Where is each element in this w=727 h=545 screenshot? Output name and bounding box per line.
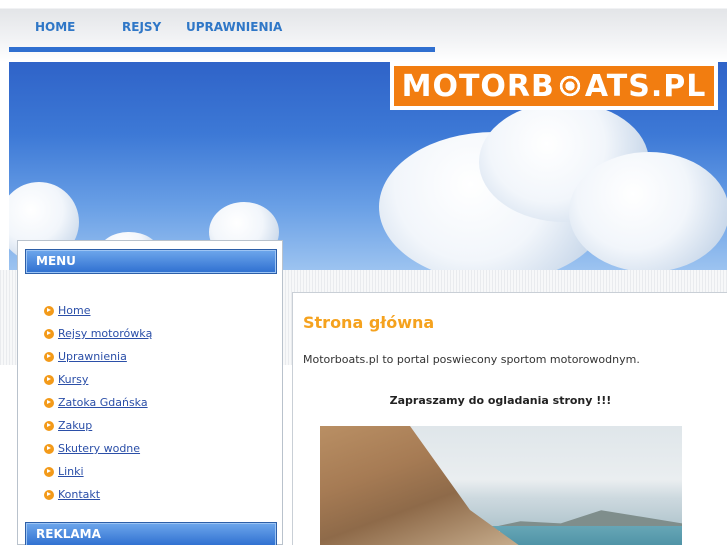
header-banner: MOTORB ATS.PL	[9, 62, 727, 270]
nav-underline	[9, 47, 435, 52]
arrow-bullet-icon	[44, 351, 54, 362]
sidebar-link-home[interactable]: Home	[58, 304, 90, 317]
logo-text-right: ATS.PL	[584, 68, 707, 104]
ad-heading: REKLAMA	[25, 522, 277, 545]
arrow-bullet-icon	[44, 328, 54, 339]
intro-text: Motorboats.pl to portal poswiecony sport…	[303, 353, 640, 366]
sidebar-link-linki[interactable]: Linki	[58, 465, 84, 478]
sidebar-item-home: Home	[44, 299, 152, 322]
nav-rejsy[interactable]: REJSY	[122, 20, 161, 34]
sidebar-item-skutery: Skutery wodne	[44, 437, 152, 460]
menu-heading: MENU	[25, 249, 277, 274]
arrow-bullet-icon	[44, 374, 54, 385]
sidebar-item-zakup: Zakup	[44, 414, 152, 437]
sidebar-link-zatoka[interactable]: Zatoka Gdańska	[58, 396, 148, 409]
arrow-bullet-icon	[44, 397, 54, 408]
arrow-bullet-icon	[44, 443, 54, 454]
sidebar-menu: Home Rejsy motorówką Uprawnienia Kursy Z…	[44, 299, 152, 506]
invite-text: Zapraszamy do ogladania strony !!!	[389, 394, 612, 407]
sidebar-link-rejsy[interactable]: Rejsy motorówką	[58, 327, 152, 340]
beach-photo	[320, 426, 682, 545]
page-title: Strona główna	[303, 313, 435, 332]
nav-home[interactable]: HOME	[35, 20, 75, 34]
cloud-image	[569, 152, 727, 270]
logo-text-left: MOTORB	[401, 68, 555, 104]
arrow-bullet-icon	[44, 305, 54, 316]
sidebar-link-zakup[interactable]: Zakup	[58, 419, 92, 432]
sidebar-item-linki: Linki	[44, 460, 152, 483]
sidebar-item-kursy: Kursy	[44, 368, 152, 391]
sidebar-link-kontakt[interactable]: Kontakt	[58, 488, 100, 501]
arrow-bullet-icon	[44, 420, 54, 431]
sidebar-item-uprawnienia: Uprawnienia	[44, 345, 152, 368]
sidebar: MENU Home Rejsy motorówką Uprawnienia Ku…	[17, 240, 283, 545]
sidebar-item-rejsy: Rejsy motorówką	[44, 322, 152, 345]
sun-icon	[556, 73, 583, 99]
sidebar-link-skutery[interactable]: Skutery wodne	[58, 442, 140, 455]
sidebar-link-uprawnienia[interactable]: Uprawnienia	[58, 350, 127, 363]
top-navigation-bar: HOME REJSY UPRAWNIENIA	[0, 0, 727, 62]
sidebar-link-kursy[interactable]: Kursy	[58, 373, 88, 386]
arrow-bullet-icon	[44, 489, 54, 500]
site-logo[interactable]: MOTORB ATS.PL	[390, 62, 718, 110]
logo-text: MOTORB ATS.PL	[394, 66, 714, 106]
main-content: Strona główna Motorboats.pl to portal po…	[292, 292, 727, 545]
photo-cliff	[320, 426, 520, 545]
arrow-bullet-icon	[44, 466, 54, 477]
nav-uprawnienia[interactable]: UPRAWNIENIA	[186, 20, 282, 34]
sidebar-item-zatoka: Zatoka Gdańska	[44, 391, 152, 414]
sidebar-item-kontakt: Kontakt	[44, 483, 152, 506]
